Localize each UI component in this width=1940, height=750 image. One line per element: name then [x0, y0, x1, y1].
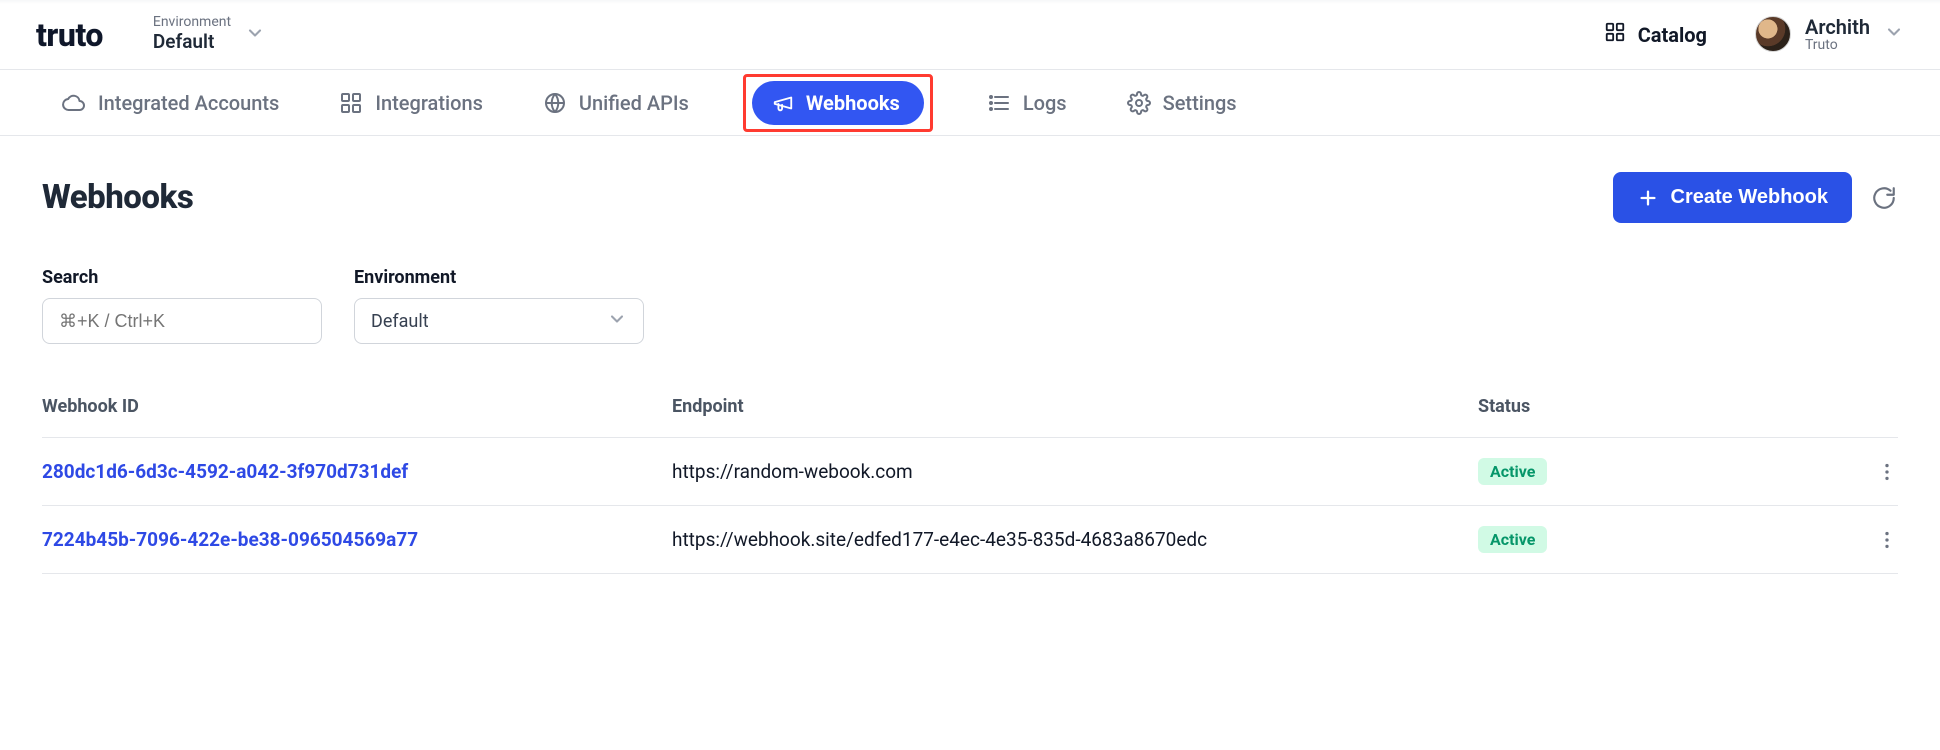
page-content: Webhooks Create Webhook Search Environme… — [0, 136, 1940, 574]
user-org: Truto — [1805, 38, 1870, 53]
grid-icon — [1604, 21, 1626, 48]
environment-label: Environment — [153, 15, 231, 30]
search-label: Search — [42, 267, 322, 288]
globe-icon — [543, 91, 567, 115]
apps-icon — [339, 91, 363, 115]
nav-label: Webhooks — [806, 91, 900, 115]
nav-webhooks-highlight: Webhooks — [743, 74, 933, 132]
brand-logo[interactable]: truto — [36, 16, 105, 54]
nav-unified-apis[interactable]: Unified APIs — [537, 83, 695, 123]
nav-label: Unified APIs — [579, 91, 689, 115]
nav-label: Integrations — [375, 91, 483, 115]
dots-vertical-icon — [1876, 529, 1898, 551]
main-nav: Integrated Accounts Integrations Unified… — [0, 70, 1940, 136]
dots-vertical-icon — [1876, 461, 1898, 483]
col-endpoint: Endpoint — [672, 396, 1478, 417]
nav-label: Settings — [1163, 91, 1237, 115]
refresh-button[interactable] — [1870, 184, 1898, 212]
nav-label: Integrated Accounts — [98, 91, 279, 115]
user-menu[interactable]: Archith Truto — [1755, 16, 1904, 53]
col-webhook-id: Webhook ID — [42, 396, 672, 417]
plus-icon — [1637, 187, 1659, 209]
nav-integrations[interactable]: Integrations — [333, 83, 489, 123]
status-badge: Active — [1478, 458, 1547, 485]
environment-value: Default — [153, 31, 231, 54]
environment-filter-select[interactable]: Default — [354, 298, 644, 344]
environment-switcher[interactable]: Environment Default — [153, 15, 265, 53]
col-status: Status — [1478, 396, 1838, 417]
environment-filter-value: Default — [371, 311, 429, 332]
webhook-endpoint: https://webhook.site/edfed177-e4ec-4e35-… — [672, 528, 1478, 551]
webhooks-table: Webhook ID Endpoint Status 280dc1d6-6d3c… — [42, 376, 1898, 574]
nav-settings[interactable]: Settings — [1121, 83, 1243, 123]
chevron-down-icon — [245, 23, 265, 47]
create-webhook-label: Create Webhook — [1671, 186, 1828, 209]
megaphone-icon — [772, 92, 794, 114]
table-row: 7224b45b-7096-422e-be38-096504569a77 htt… — [42, 506, 1898, 574]
create-webhook-button[interactable]: Create Webhook — [1613, 172, 1852, 223]
brand-text: truto — [36, 16, 103, 54]
webhook-id-link[interactable]: 7224b45b-7096-422e-be38-096504569a77 — [42, 528, 672, 551]
nav-logs[interactable]: Logs — [981, 83, 1073, 123]
app-header: truto Environment Default Catalog Archit… — [0, 0, 1940, 70]
nav-webhooks[interactable]: Webhooks — [752, 81, 924, 125]
page-title: Webhooks — [42, 178, 193, 217]
environment-filter-label: Environment — [354, 267, 644, 288]
search-input[interactable] — [42, 298, 322, 344]
status-badge: Active — [1478, 526, 1547, 553]
row-actions-menu[interactable] — [1838, 461, 1898, 483]
user-name: Archith — [1805, 16, 1870, 38]
filters: Search Environment Default — [42, 267, 1898, 344]
catalog-label: Catalog — [1638, 23, 1707, 47]
chevron-down-icon — [607, 309, 627, 334]
webhook-id-link[interactable]: 280dc1d6-6d3c-4592-a042-3f970d731def — [42, 460, 672, 483]
row-actions-menu[interactable] — [1838, 529, 1898, 551]
nav-label: Logs — [1023, 91, 1067, 115]
webhook-endpoint: https://random-webook.com — [672, 460, 1478, 483]
avatar — [1755, 16, 1791, 52]
gear-icon — [1127, 91, 1151, 115]
refresh-icon — [1871, 185, 1897, 211]
chevron-down-icon — [1884, 22, 1904, 46]
list-icon — [987, 91, 1011, 115]
catalog-link[interactable]: Catalog — [1604, 21, 1707, 48]
table-header: Webhook ID Endpoint Status — [42, 376, 1898, 438]
table-row: 280dc1d6-6d3c-4592-a042-3f970d731def htt… — [42, 438, 1898, 506]
nav-integrated-accounts[interactable]: Integrated Accounts — [56, 83, 285, 123]
cloud-icon — [62, 91, 86, 115]
